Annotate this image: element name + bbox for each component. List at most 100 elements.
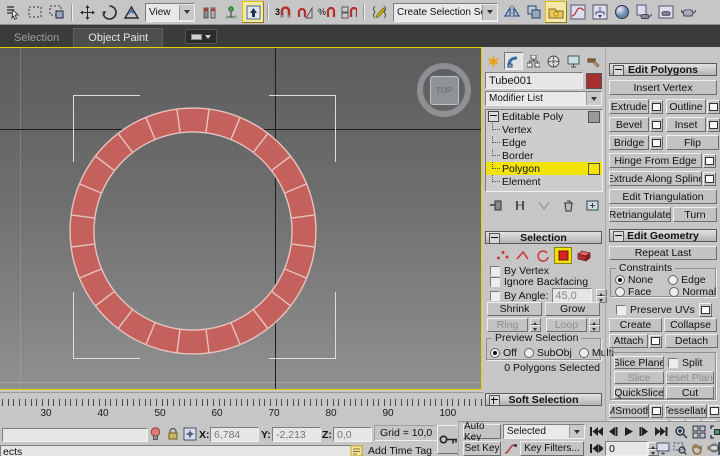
select-manipulate-icon[interactable] — [220, 1, 242, 23]
use-center-icon[interactable] — [198, 1, 220, 23]
modify-tab-icon[interactable] — [504, 52, 523, 70]
z-coordinate-field[interactable]: 0,0 — [333, 427, 372, 442]
polygon-subobject-icon[interactable] — [554, 247, 572, 264]
cut-button[interactable]: Cut — [666, 386, 714, 399]
spinner-snap-button[interactable] — [338, 1, 360, 23]
hierarchy-tab-icon[interactable] — [524, 52, 543, 70]
edge-subobject-icon[interactable] — [514, 248, 530, 263]
show-end-result-icon[interactable] — [512, 198, 527, 213]
preserve-uvs-checkbox[interactable] — [616, 305, 626, 315]
bevel-button[interactable]: Bevel — [609, 117, 649, 132]
preserve-uvs-settings-button[interactable] — [699, 303, 712, 317]
viewport-top[interactable]: TOP — [0, 47, 482, 390]
current-frame-field[interactable]: 0 — [605, 441, 648, 456]
create-tab-icon[interactable] — [484, 52, 503, 70]
chevron-down-icon[interactable] — [586, 92, 601, 105]
key-mode-dropdown[interactable]: Selected — [503, 424, 585, 439]
loop-spinner[interactable] — [589, 318, 600, 332]
ribbon-tab-selection[interactable]: Selection — [0, 29, 73, 47]
zoom-extents-icon[interactable] — [709, 424, 720, 439]
timeline-track-bar[interactable]: 30405060708090100 — [0, 392, 484, 425]
by-angle-checkbox[interactable] — [490, 291, 500, 301]
object-color-swatch[interactable] — [586, 73, 602, 89]
remove-modifier-icon[interactable] — [561, 198, 576, 213]
motion-tab-icon[interactable] — [544, 52, 563, 70]
collapse-tree-icon[interactable] — [488, 111, 499, 122]
key-step-mode-button[interactable] — [588, 441, 603, 456]
constraint-edge-radio[interactable] — [668, 275, 678, 285]
chevron-down-icon[interactable] — [569, 425, 584, 438]
stack-onoff-icon[interactable] — [588, 111, 600, 123]
extrude-along-spline-settings-button[interactable] — [703, 172, 716, 186]
set-key-toggle-button[interactable] — [437, 425, 460, 454]
outline-settings-button[interactable] — [707, 100, 720, 114]
preview-multi-radio[interactable] — [579, 348, 589, 358]
snap-3d-button[interactable]: 3 — [272, 1, 294, 23]
bridge-settings-button[interactable] — [650, 136, 663, 150]
create-button[interactable]: Create — [609, 318, 662, 332]
extrude-button[interactable]: Extrude — [609, 99, 649, 114]
stack-row-edge[interactable]: Edge — [486, 136, 602, 149]
selection-region-icon[interactable] — [24, 1, 46, 23]
ribbon-tab-object-paint[interactable]: Object Paint — [73, 28, 163, 47]
split-checkbox[interactable] — [668, 358, 678, 368]
y-coordinate-field[interactable]: -2,213 — [272, 427, 321, 442]
absolute-offset-toggle-icon[interactable] — [182, 426, 197, 441]
chevron-down-icon[interactable] — [482, 5, 497, 20]
window-crossing-icon[interactable] — [46, 1, 68, 23]
flip-button[interactable]: Flip — [666, 135, 719, 150]
material-editor-icon[interactable] — [611, 1, 633, 23]
repeat-last-button[interactable]: Repeat Last — [609, 246, 717, 260]
render-setup-icon[interactable] — [633, 1, 655, 23]
vertex-subobject-icon[interactable] — [494, 248, 510, 263]
insert-vertex-button[interactable]: Insert Vertex — [609, 80, 717, 95]
outline-button[interactable]: Outline — [666, 99, 706, 114]
edit-polygons-rollout-header[interactable]: Edit Polygons — [609, 63, 717, 76]
by-vertex-checkbox[interactable] — [490, 266, 500, 276]
stack-row-editable-poly[interactable]: Editable Poly — [486, 110, 602, 123]
object-name-field[interactable]: Tube001 — [485, 72, 583, 89]
select-scale-icon[interactable] — [120, 1, 142, 23]
detach-button[interactable]: Detach — [665, 334, 718, 348]
hinge-settings-button[interactable] — [703, 154, 716, 168]
angle-snap-button[interactable] — [294, 1, 316, 23]
loop-button[interactable]: Loop — [546, 318, 587, 332]
select-rotate-icon[interactable] — [98, 1, 120, 23]
chevron-down-icon[interactable] — [179, 5, 194, 20]
extrude-settings-button[interactable] — [650, 100, 663, 114]
inset-settings-button[interactable] — [707, 118, 720, 132]
constraint-face-radio[interactable] — [615, 287, 625, 297]
key-filters-button[interactable]: Key Filters... — [520, 441, 584, 456]
shrink-button[interactable]: Shrink — [487, 302, 542, 316]
set-key-button[interactable]: Set Key — [463, 441, 501, 456]
element-subobject-icon[interactable] — [576, 248, 592, 263]
stack-row-border[interactable]: Border — [486, 149, 602, 162]
x-coordinate-field[interactable]: 6,784 — [210, 427, 259, 442]
ribbon-minimize-control[interactable] — [185, 29, 217, 44]
zoom-icon[interactable] — [673, 424, 688, 439]
utilities-tab-icon[interactable] — [584, 52, 603, 70]
viewcube-top-face[interactable]: TOP — [430, 76, 459, 105]
turn-button[interactable]: Turn — [673, 207, 717, 222]
auto-key-button[interactable]: Auto Key — [463, 424, 501, 439]
percent-snap-button[interactable]: % — [316, 1, 338, 23]
edit-selection-sets-icon[interactable] — [368, 1, 390, 23]
pan-hand-icon[interactable] — [689, 441, 704, 456]
stack-row-polygon[interactable]: Polygon — [486, 162, 602, 175]
time-tag-icon[interactable] — [349, 443, 364, 456]
select-move-icon[interactable] — [76, 1, 98, 23]
rendered-frame-icon[interactable] — [655, 1, 677, 23]
layer-manager-button[interactable] — [545, 1, 567, 23]
grow-button[interactable]: Grow — [545, 302, 600, 316]
selection-lock-icon[interactable] — [165, 426, 180, 441]
inset-button[interactable]: Inset — [666, 117, 706, 132]
ref-coord-system-dropdown[interactable]: View — [145, 3, 195, 22]
make-unique-icon[interactable] — [537, 198, 552, 213]
constraint-none-radio[interactable] — [615, 275, 625, 285]
reset-plane-button[interactable]: Reset Plane — [666, 371, 714, 384]
go-to-end-button[interactable] — [653, 424, 668, 439]
configure-modifier-sets-icon[interactable] — [585, 198, 600, 213]
schematic-view-icon[interactable] — [589, 1, 611, 23]
align-icon[interactable] — [523, 1, 545, 23]
next-frame-button[interactable] — [637, 424, 652, 439]
